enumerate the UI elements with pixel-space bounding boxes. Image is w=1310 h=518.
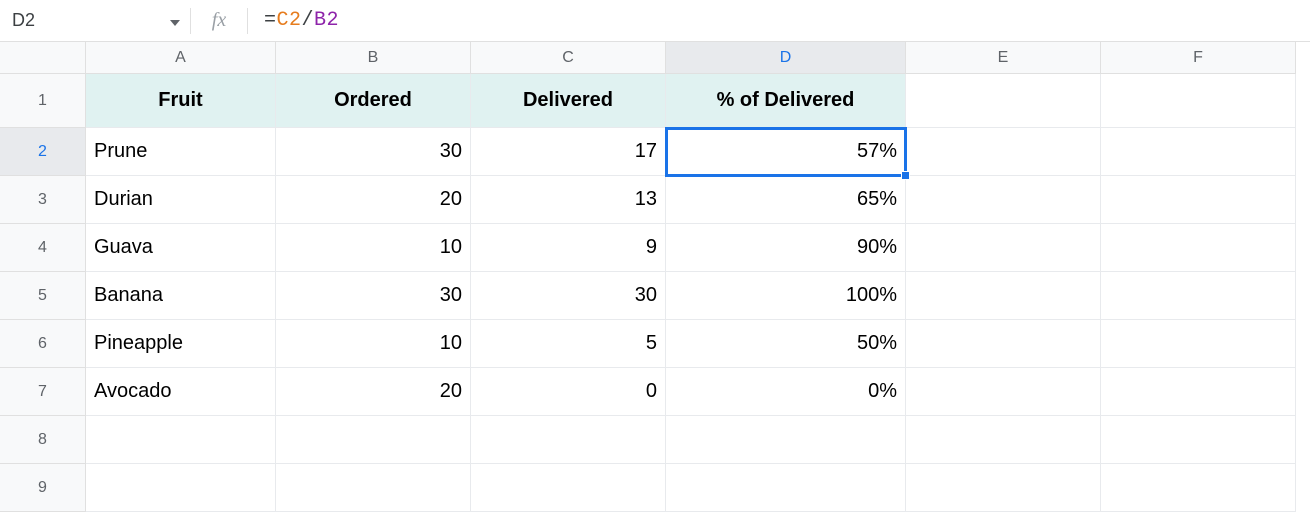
- row-header-1[interactable]: 1: [0, 74, 86, 128]
- name-box[interactable]: D2: [0, 10, 90, 31]
- row-header-3[interactable]: 3: [0, 176, 86, 224]
- cell-B9[interactable]: [276, 464, 471, 512]
- table-row: Avocado 20 0 0%: [86, 368, 1296, 416]
- cell-B1[interactable]: Ordered: [276, 74, 471, 128]
- cell-C2[interactable]: 17: [471, 128, 666, 176]
- cell-D9[interactable]: [666, 464, 906, 512]
- cell-F9[interactable]: [1101, 464, 1296, 512]
- cell-C9[interactable]: [471, 464, 666, 512]
- cell-B2[interactable]: 30: [276, 128, 471, 176]
- row-header-2[interactable]: 2: [0, 128, 86, 176]
- cell-F3[interactable]: [1101, 176, 1296, 224]
- table-row: Prune 30 17 57%: [86, 128, 1296, 176]
- cell-F7[interactable]: [1101, 368, 1296, 416]
- cell-C4[interactable]: 9: [471, 224, 666, 272]
- cell-D1[interactable]: % of Delivered: [666, 74, 906, 128]
- formula-eq: =: [264, 9, 277, 32]
- select-all-corner[interactable]: [0, 42, 86, 74]
- cell-A5[interactable]: Banana: [86, 272, 276, 320]
- col-header-A[interactable]: A: [86, 42, 276, 74]
- table-row: [86, 416, 1296, 464]
- cell-E6[interactable]: [906, 320, 1101, 368]
- formula-op: /: [302, 9, 315, 32]
- chevron-down-icon: [170, 13, 180, 29]
- cell-C1[interactable]: Delivered: [471, 74, 666, 128]
- cell-F1[interactable]: [1101, 74, 1296, 128]
- formula-bar: D2 fx =C2/B2: [0, 0, 1310, 42]
- cell-A7[interactable]: Avocado: [86, 368, 276, 416]
- cell-C7[interactable]: 0: [471, 368, 666, 416]
- row-header-8[interactable]: 8: [0, 416, 86, 464]
- col-header-B[interactable]: B: [276, 42, 471, 74]
- column-headers: A B C D E F: [86, 42, 1296, 74]
- cell-D7[interactable]: 0%: [666, 368, 906, 416]
- cell-C8[interactable]: [471, 416, 666, 464]
- fill-handle[interactable]: [901, 171, 910, 180]
- cell-E9[interactable]: [906, 464, 1101, 512]
- cell-F8[interactable]: [1101, 416, 1296, 464]
- col-header-D[interactable]: D: [666, 42, 906, 74]
- cell-E4[interactable]: [906, 224, 1101, 272]
- cell-A4[interactable]: Guava: [86, 224, 276, 272]
- table-row: Guava 10 9 90%: [86, 224, 1296, 272]
- cell-A6[interactable]: Pineapple: [86, 320, 276, 368]
- cell-C5[interactable]: 30: [471, 272, 666, 320]
- cell-F2[interactable]: [1101, 128, 1296, 176]
- table-row: Durian 20 13 65%: [86, 176, 1296, 224]
- fx-icon: fx: [191, 9, 247, 32]
- cell-A8[interactable]: [86, 416, 276, 464]
- cell-A9[interactable]: [86, 464, 276, 512]
- row-headers: 1 2 3 4 5 6 7 8 9: [0, 74, 86, 512]
- cell-D2[interactable]: 57%: [666, 128, 906, 176]
- name-box-dropdown[interactable]: [90, 13, 190, 29]
- cells: Fruit Ordered Delivered % of Delivered P…: [86, 74, 1296, 512]
- cell-D5[interactable]: 100%: [666, 272, 906, 320]
- cell-E7[interactable]: [906, 368, 1101, 416]
- row-header-5[interactable]: 5: [0, 272, 86, 320]
- cell-F6[interactable]: [1101, 320, 1296, 368]
- cell-C3[interactable]: 13: [471, 176, 666, 224]
- table-row: Pineapple 10 5 50%: [86, 320, 1296, 368]
- cell-D6[interactable]: 50%: [666, 320, 906, 368]
- col-header-C[interactable]: C: [471, 42, 666, 74]
- row-header-4[interactable]: 4: [0, 224, 86, 272]
- cell-D3[interactable]: 65%: [666, 176, 906, 224]
- cell-E3[interactable]: [906, 176, 1101, 224]
- table-row: Fruit Ordered Delivered % of Delivered: [86, 74, 1296, 128]
- cell-B6[interactable]: 10: [276, 320, 471, 368]
- cell-E8[interactable]: [906, 416, 1101, 464]
- formula-ref2: B2: [314, 9, 339, 32]
- col-header-F[interactable]: F: [1101, 42, 1296, 74]
- cell-B4[interactable]: 10: [276, 224, 471, 272]
- row-header-9[interactable]: 9: [0, 464, 86, 512]
- cell-E5[interactable]: [906, 272, 1101, 320]
- table-row: Banana 30 30 100%: [86, 272, 1296, 320]
- table-row: [86, 464, 1296, 512]
- formula-input[interactable]: =C2/B2: [248, 9, 1310, 32]
- cell-C6[interactable]: 5: [471, 320, 666, 368]
- cell-E2[interactable]: [906, 128, 1101, 176]
- row-header-7[interactable]: 7: [0, 368, 86, 416]
- cell-B3[interactable]: 20: [276, 176, 471, 224]
- cell-A1[interactable]: Fruit: [86, 74, 276, 128]
- cell-D4[interactable]: 90%: [666, 224, 906, 272]
- cell-E1[interactable]: [906, 74, 1101, 128]
- col-header-E[interactable]: E: [906, 42, 1101, 74]
- cell-F5[interactable]: [1101, 272, 1296, 320]
- cell-A3[interactable]: Durian: [86, 176, 276, 224]
- row-header-6[interactable]: 6: [0, 320, 86, 368]
- cell-value: 57%: [857, 140, 897, 163]
- cell-A2[interactable]: Prune: [86, 128, 276, 176]
- cell-B7[interactable]: 20: [276, 368, 471, 416]
- cell-D8[interactable]: [666, 416, 906, 464]
- cell-F4[interactable]: [1101, 224, 1296, 272]
- cell-B8[interactable]: [276, 416, 471, 464]
- cell-B5[interactable]: 30: [276, 272, 471, 320]
- formula-ref1: C2: [277, 9, 302, 32]
